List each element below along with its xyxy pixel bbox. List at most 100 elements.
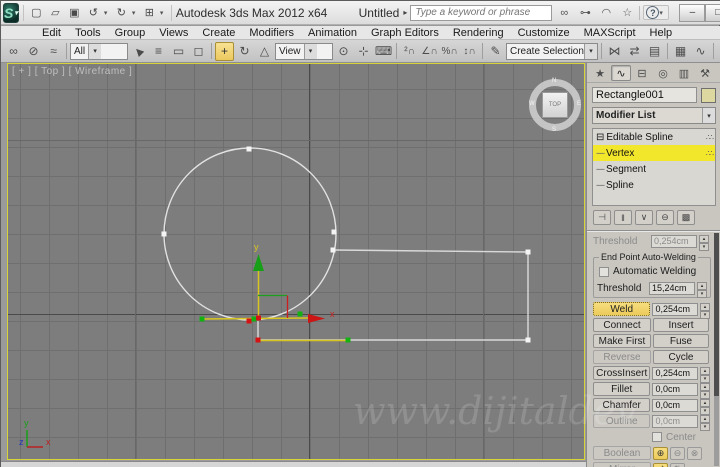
menu-maxscript[interactable]: MAXScript (577, 26, 643, 40)
selection-filter-dropdown[interactable]: All ▾ (70, 42, 128, 60)
weld-button[interactable]: Weld (593, 302, 651, 316)
menu-rendering[interactable]: Rendering (446, 26, 511, 40)
redo-button[interactable]: ↻ (113, 5, 130, 21)
tab-display[interactable]: ▥ (674, 65, 694, 81)
spin-up-icon[interactable]: ▴ (697, 281, 707, 290)
automatic-welding-checkbox[interactable] (599, 266, 609, 277)
select-and-move-button[interactable]: + (215, 41, 234, 61)
fillet-button[interactable]: Fillet (593, 382, 651, 396)
remove-modifier-button[interactable]: ⊖ (656, 210, 674, 225)
bind-to-space-warp-button[interactable]: ≈ (44, 42, 63, 61)
cross-insert-field[interactable]: 0,254cm (652, 366, 699, 380)
stack-item-vertex[interactable]: ---- Vertex ∴∴ (593, 145, 715, 161)
chamfer-field[interactable]: 0,0cm (652, 398, 699, 412)
layer-manager-button[interactable]: ▤ (645, 42, 664, 61)
spin-up-icon[interactable]: ▴ (699, 234, 709, 243)
percent-snap-toggle[interactable]: %∩ (440, 42, 459, 61)
spin-down-icon[interactable]: ▾ (700, 374, 710, 383)
menu-group[interactable]: Group (108, 26, 153, 40)
menu-customize[interactable]: Customize (511, 26, 577, 40)
communication-center-icon[interactable]: ◠ (597, 5, 615, 21)
menu-tools[interactable]: Tools (68, 26, 108, 40)
spin-down-icon[interactable]: ▾ (700, 406, 710, 415)
stack-item-spline[interactable]: ---- Spline (593, 177, 715, 193)
menu-help[interactable]: Help (643, 26, 680, 40)
panel-scrollbar-thumb[interactable] (714, 233, 719, 397)
help-menu[interactable]: ? ▾ (643, 5, 670, 20)
menu-graph-editors[interactable]: Graph Editors (364, 26, 446, 40)
rectangular-selection-region-button[interactable]: ▭ (169, 42, 188, 61)
viewport-label[interactable]: [ + ] [ Top ] [ Wireframe ] (12, 66, 132, 77)
stack-item-segment[interactable]: ---- Segment (593, 161, 715, 177)
object-name-field[interactable]: Rectangle001 (592, 87, 697, 103)
viewcube-west-label[interactable]: W (529, 101, 535, 107)
tab-motion[interactable]: ◎ (653, 65, 673, 81)
threshold-spinner[interactable]: ▴ ▾ (699, 234, 709, 251)
minimize-button[interactable]: – (679, 3, 706, 22)
spin-up-icon[interactable]: ▴ (700, 414, 710, 423)
menu-modifiers[interactable]: Modifiers (242, 26, 301, 40)
tab-hierarchy[interactable]: ⊟ (632, 65, 652, 81)
configure-modifier-sets-button[interactable]: ▩ (677, 210, 695, 225)
weld-threshold-spinner[interactable]: ▴ ▾ (700, 302, 710, 319)
connect-button[interactable]: Connect (593, 318, 651, 332)
viewcube-north-label[interactable]: N (552, 78, 556, 84)
cross-insert-spinner[interactable]: ▴ ▾ (700, 366, 710, 383)
mirror-button[interactable]: ⋈ (605, 42, 624, 61)
menu-views[interactable]: Views (152, 26, 195, 40)
modifier-list-dropdown[interactable]: Modifier List ▾ (592, 107, 716, 124)
help-icon[interactable]: ? (646, 6, 660, 19)
align-button[interactable]: ⇄ (625, 42, 644, 61)
unlink-selection-button[interactable]: ⊘ (24, 42, 43, 61)
reference-coordinate-dropdown[interactable]: View ▾ (275, 42, 333, 60)
angle-snap-toggle[interactable]: ∠∩ (420, 42, 439, 61)
make-first-button[interactable]: Make First (593, 334, 651, 348)
gizmo-x-arrowhead[interactable] (308, 314, 325, 323)
insert-button[interactable]: Insert (653, 318, 709, 332)
redo-dropdown-icon[interactable]: ▾ (132, 9, 139, 17)
viewcube[interactable]: TOP N S W E (526, 76, 584, 134)
select-by-name-button[interactable]: ≡ (149, 42, 168, 61)
use-pivot-point-center-button[interactable]: ⊙ (334, 42, 353, 61)
curve-editor-button[interactable]: ∿ (691, 42, 710, 61)
select-and-scale-button[interactable]: △ (255, 42, 274, 61)
boolean-union-icon[interactable]: ⊕ (653, 446, 668, 460)
chamfer-spinner[interactable]: ▴ ▾ (700, 398, 710, 415)
mirror-horizontal-icon[interactable]: ⇄ (653, 462, 668, 467)
viewcube-east-label[interactable]: E (577, 101, 581, 107)
save-file-button[interactable]: ▣ (66, 5, 83, 21)
tab-utilities[interactable]: ⚒ (695, 65, 715, 81)
pin-stack-button[interactable]: ⊣ (593, 210, 611, 225)
spin-up-icon[interactable]: ▴ (700, 398, 710, 407)
spin-up-icon[interactable]: ▴ (700, 302, 710, 311)
window-crossing-toggle[interactable]: ◻ (189, 42, 208, 61)
select-and-rotate-button[interactable]: ↻ (235, 42, 254, 61)
new-scene-button[interactable]: ▢ (28, 5, 45, 21)
boolean-subtract-icon[interactable]: ⊖ (670, 446, 685, 460)
auto-weld-threshold-field[interactable]: 15,24cm (649, 281, 695, 295)
gizmo-y-arrowhead[interactable] (253, 254, 264, 271)
spin-down-icon[interactable]: ▾ (697, 289, 707, 298)
help-dropdown-icon[interactable]: ▾ (659, 9, 666, 17)
toolbar-overflow-icon[interactable]: ▾ (160, 9, 167, 17)
spin-down-icon[interactable]: ▾ (700, 422, 710, 431)
fillet-field[interactable]: 0,0cm (652, 382, 699, 396)
select-and-link-button[interactable]: ∞ (4, 42, 23, 61)
spin-up-icon[interactable]: ▴ (700, 382, 710, 391)
boolean-intersect-icon[interactable]: ⊗ (687, 446, 702, 460)
menu-edit[interactable]: Edit (35, 26, 68, 40)
collapse-icon[interactable]: ⊟ (596, 132, 604, 143)
tab-create[interactable]: ★ (590, 65, 610, 81)
menu-create[interactable]: Create (195, 26, 242, 40)
infocenter-search-input[interactable] (410, 4, 553, 21)
search-icon[interactable]: ∞ (555, 5, 573, 21)
tab-modify[interactable]: ∿ (611, 65, 631, 81)
viewport-top[interactable]: x y y x z [ + ] [Top] [Wireframe] TO… (7, 63, 585, 460)
viewcube-top-face[interactable]: TOP (542, 92, 568, 118)
spline-circle[interactable] (163, 147, 337, 321)
spin-up-icon[interactable]: ▴ (700, 366, 710, 375)
select-object-button[interactable]: ▶ (129, 42, 148, 61)
snaps-toggle-2d-button[interactable]: ²∩ (400, 42, 419, 61)
object-color-swatch[interactable] (701, 87, 716, 103)
spin-down-icon[interactable]: ▾ (699, 242, 709, 251)
